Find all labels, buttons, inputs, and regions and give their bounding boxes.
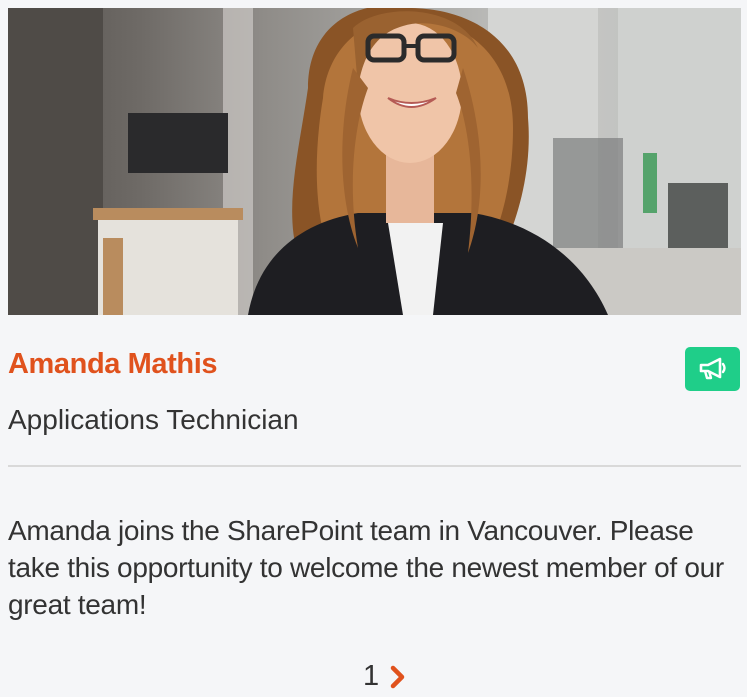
- person-name: Amanda Mathis: [8, 348, 218, 380]
- announcement-message: Amanda joins the SharePoint team in Vanc…: [8, 515, 724, 620]
- profile-photo-illustration: [8, 8, 741, 315]
- megaphone-icon: [699, 357, 726, 380]
- page-number: 1: [363, 660, 380, 692]
- chevron-right-icon: [390, 665, 405, 688]
- pager: 1: [363, 660, 407, 693]
- profile-photo: [8, 8, 741, 315]
- new-hire-card: Amanda Mathis Applications Technician Am…: [0, 0, 747, 697]
- next-page-button[interactable]: [389, 665, 407, 689]
- divider: [8, 465, 741, 467]
- announce-button[interactable]: [685, 347, 740, 391]
- job-title: Applications Technician: [8, 404, 299, 435]
